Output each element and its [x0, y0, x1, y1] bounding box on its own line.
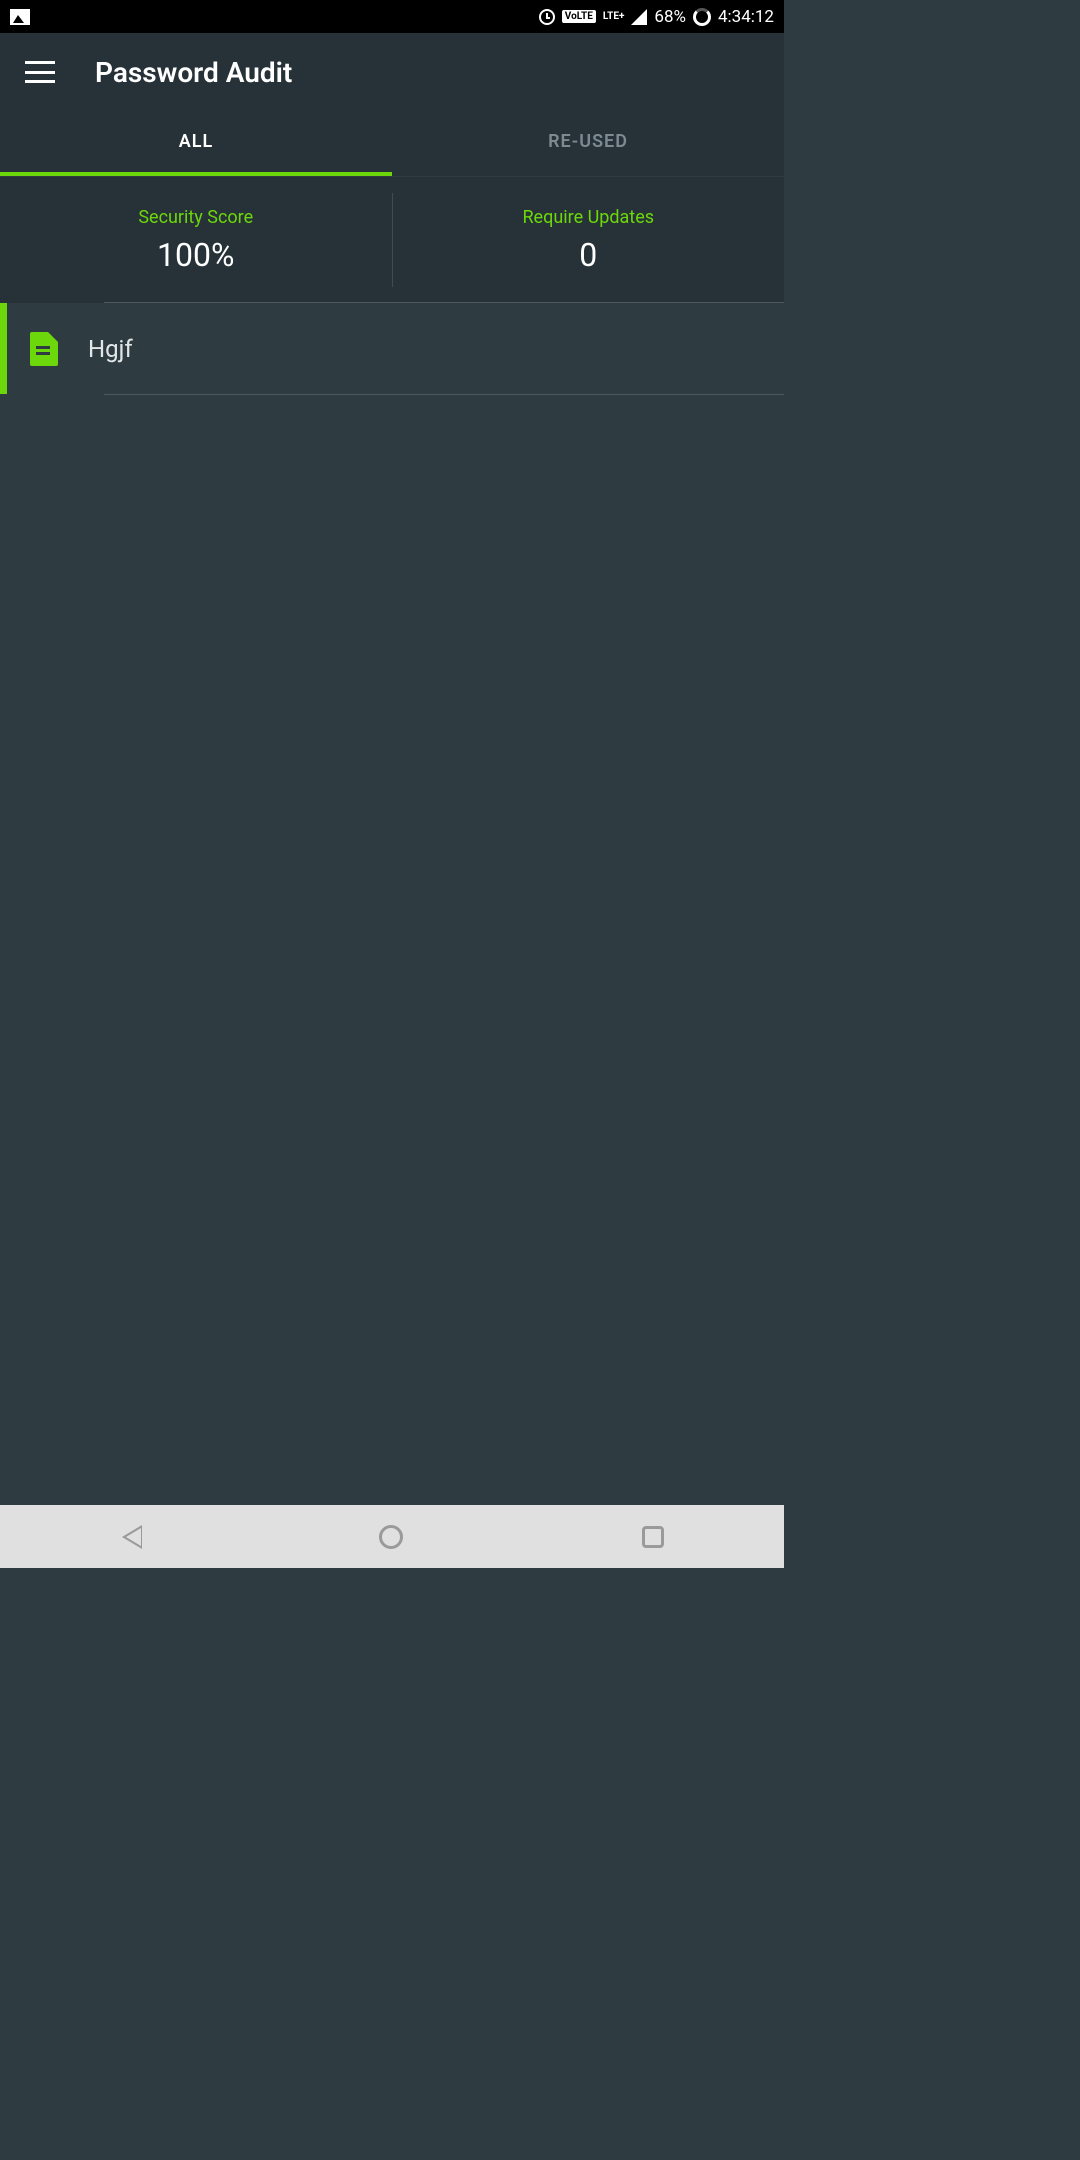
security-score-label: Security Score	[10, 207, 382, 228]
selection-indicator	[0, 303, 7, 394]
security-score-block: Security Score 100%	[0, 207, 392, 274]
require-updates-label: Require Updates	[403, 207, 775, 228]
tab-reused[interactable]: RE-USED	[392, 111, 784, 176]
document-icon	[30, 332, 58, 366]
tab-all[interactable]: ALL	[0, 111, 392, 176]
security-score-value: 100%	[10, 236, 382, 274]
require-updates-block: Require Updates 0	[393, 207, 785, 274]
hamburger-menu-button[interactable]	[25, 61, 55, 83]
password-list: Hgjf	[0, 303, 784, 394]
data-saver-icon	[693, 8, 711, 26]
require-updates-value: 0	[403, 236, 775, 274]
nav-home-button[interactable]	[379, 1525, 403, 1549]
item-divider	[104, 302, 784, 303]
stats-panel: Security Score 100% Require Updates 0	[0, 177, 784, 303]
lte-label: LTE+	[603, 11, 625, 22]
nav-recent-button[interactable]	[642, 1526, 664, 1548]
volte-badge: VoLTE	[562, 10, 596, 23]
picture-icon	[10, 9, 30, 25]
signal-icon	[631, 9, 647, 25]
status-bar: VoLTE LTE+ 68% 4:34:12	[0, 0, 784, 33]
battery-percent: 68%	[654, 7, 686, 27]
list-item[interactable]: Hgjf	[0, 303, 784, 394]
app-bar: Password Audit	[0, 33, 784, 111]
status-right-icons: VoLTE LTE+ 68% 4:34:12	[539, 7, 774, 27]
page-title: Password Audit	[95, 56, 292, 89]
status-left-icons	[10, 9, 30, 25]
item-name: Hgjf	[88, 335, 133, 363]
nav-back-button[interactable]	[120, 1525, 140, 1549]
system-nav-bar	[0, 1505, 784, 1568]
item-divider	[104, 394, 784, 395]
tabs: ALL RE-USED	[0, 111, 784, 177]
status-time: 4:34:12	[718, 7, 774, 27]
alarm-icon	[539, 9, 555, 25]
